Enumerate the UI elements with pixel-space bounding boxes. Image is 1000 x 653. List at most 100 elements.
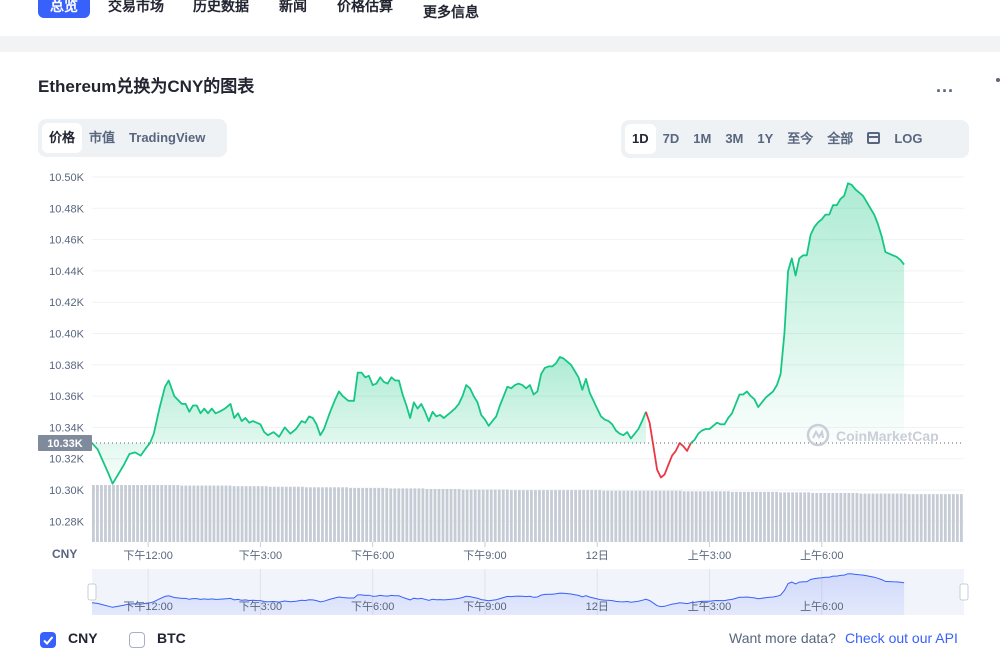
volume-bar [485, 489, 489, 542]
volume-bar [907, 494, 911, 542]
nav-tab-more-info[interactable]: 更多信息 [423, 0, 479, 24]
volume-bar [682, 491, 686, 542]
y-tick-label: 10.50K [49, 172, 85, 184]
x-axis: 下午12:00 下午3:00 下午6:00 下午9:00 12日 上午3:00 上午6:00 [123, 542, 843, 562]
volume-bar [300, 486, 304, 542]
more-options-icon[interactable]: ... [936, 76, 954, 97]
volume-bar [92, 485, 95, 542]
volume-bar [317, 487, 320, 542]
tab-tradingview[interactable]: TradingView [122, 123, 212, 153]
edge-dot-icon [996, 78, 1000, 82]
nav-tab-price-estimate[interactable]: 价格估算 [337, 0, 393, 18]
volume-bar [136, 485, 140, 542]
volume-bar [763, 491, 766, 542]
volume-bar [895, 493, 899, 542]
nav-tab-overview[interactable]: 总览 [38, 0, 90, 18]
want-more-text: Want more data? [729, 630, 836, 646]
cny-checkbox[interactable] [40, 632, 56, 648]
volume-bar [730, 491, 734, 542]
api-link[interactable]: Check out our API [845, 630, 958, 646]
volume-bar [747, 491, 750, 542]
volume-bar [959, 494, 963, 542]
volume-bar [795, 492, 799, 542]
volume-bar [260, 486, 264, 542]
tab-price[interactable]: 价格 [42, 123, 83, 153]
volume-bar [791, 492, 795, 542]
range-navigator[interactable]: 下午12:00 下午3:00 下午6:00 下午9:00 12日 上午3:00 上午6:00 [87, 569, 969, 615]
volume-bar [582, 490, 586, 542]
range-1m[interactable]: 1M [686, 124, 718, 154]
volume-bar [128, 485, 131, 542]
volume-bar [843, 492, 847, 542]
range-1y[interactable]: 1Y [750, 124, 780, 154]
volume-bar [835, 492, 839, 542]
current-price-tag: 10.33K [38, 435, 92, 452]
volume-bar [686, 491, 690, 542]
volume-bar [891, 493, 895, 542]
volume-bar [594, 490, 598, 542]
log-toggle[interactable]: LOG [887, 124, 929, 154]
volume-bar [911, 494, 915, 542]
y-tick-label: 10.28K [49, 516, 85, 528]
volume-bar [337, 487, 340, 542]
volume-bar [513, 490, 517, 542]
nav-tab-news[interactable]: 新闻 [279, 0, 307, 18]
volume-bar [224, 485, 228, 542]
volume-bar [566, 490, 569, 542]
volume-bar [421, 488, 425, 542]
nav-tab-markets[interactable]: 交易市场 [108, 0, 164, 18]
volume-bar [521, 490, 525, 542]
nav-tab-historical[interactable]: 历史数据 [193, 0, 249, 18]
volume-bar [919, 494, 923, 542]
volume-bar [413, 488, 417, 542]
volume-bar [903, 493, 907, 542]
volume-bar [373, 487, 377, 542]
currency-axis-label: CNY [52, 547, 77, 561]
range-3m[interactable]: 3M [718, 124, 750, 154]
btc-checkbox[interactable] [129, 632, 145, 648]
volume-bar [232, 486, 236, 542]
tab-market-cap[interactable]: 市值 [82, 123, 122, 153]
volume-bar [915, 494, 919, 542]
range-all[interactable]: 全部 [820, 124, 860, 154]
volume-bar [742, 491, 746, 542]
volume-bar [172, 485, 176, 542]
volume-bar [714, 491, 718, 542]
navigator-right-handle[interactable] [959, 583, 969, 601]
volume-bar [831, 492, 835, 542]
volume-bar [489, 489, 493, 542]
volume-bar [361, 487, 365, 542]
volume-bar [951, 494, 955, 542]
volume-bar [112, 485, 115, 542]
x-tick-label: 下午6:00 [351, 549, 394, 562]
chart-title: Ethereum兑换为CNY的图表 [38, 77, 255, 96]
volume-bar [622, 490, 626, 542]
volume-bar [638, 490, 642, 542]
volume-bar [578, 490, 582, 542]
volume-bar [429, 488, 433, 542]
volume-bar [630, 490, 634, 542]
navigator-left-handle[interactable] [87, 583, 97, 601]
volume-bar [614, 490, 618, 542]
volume-bar [216, 485, 220, 542]
volume-bar [120, 485, 123, 542]
volume-bar [236, 486, 240, 542]
volume-bar [280, 486, 284, 542]
range-ytd[interactable]: 至今 [780, 124, 820, 154]
volume-bar [309, 487, 312, 542]
volume-bar [272, 486, 276, 542]
volume-bar [823, 492, 827, 542]
price-chart[interactable]: 10.50K 10.48K 10.46K 10.44K 10.42K 10.40K 10.3… [0, 160, 1000, 630]
range-7d[interactable]: 7D [656, 124, 687, 154]
range-1d[interactable]: 1D [625, 124, 656, 154]
calendar-button[interactable] [860, 124, 887, 154]
volume-bar [525, 490, 529, 542]
volume-bar [586, 490, 590, 542]
volume-bar [803, 492, 807, 542]
volume-bar [405, 488, 409, 542]
volume-bar [807, 492, 811, 542]
volume-bar [409, 488, 413, 542]
volume-bar [738, 491, 742, 542]
volume-bar [847, 492, 851, 542]
volume-bar [775, 491, 778, 542]
